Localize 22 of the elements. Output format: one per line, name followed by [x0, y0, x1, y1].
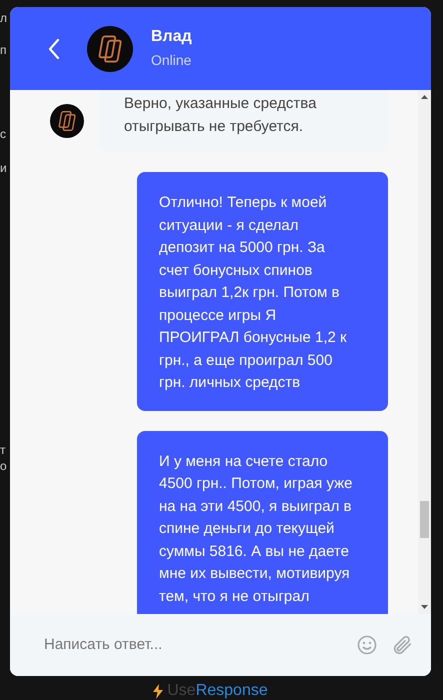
- scroll-down-icon[interactable]: [421, 605, 428, 609]
- avatar-icon: [50, 104, 84, 138]
- reply-field[interactable]: Написать ответ...: [10, 614, 431, 676]
- scrollbar-thumb[interactable]: [420, 501, 429, 538]
- message-bubble: И у меня на счете стало 4500 грн.. Потом, играя уже на на эти 4500, я выиграл в спине деньги до текущей суммы 5816. А вы не даете мне их вывести, мотивируя тем, что я не отыграл: [137, 430, 388, 614]
- message-bubble: Отлично! Теперь к моей ситуации - я сделал депозит на 5000 грн. За счет бонусных спинов выиграл 1,2к грн. Потом в процессе игры Я ПРОИГРАЛ бонусные 1,2 к грн., а еще проиграл 500 грн. личных средств: [137, 172, 388, 410]
- back-icon[interactable]: [47, 38, 61, 60]
- message-bubble: Верно, указанные средства отыгрывать не требуется.: [100, 90, 388, 152]
- smiley-icon[interactable]: [357, 635, 377, 655]
- contact-avatar-icon: [87, 26, 133, 72]
- background-text: т: [0, 442, 6, 458]
- background-text: о: [0, 458, 8, 474]
- contact-status: Online: [151, 51, 192, 70]
- background-text: л: [0, 10, 8, 26]
- background-text: с: [0, 126, 7, 142]
- lightning-icon: [153, 684, 164, 698]
- background-text: п: [0, 42, 8, 58]
- background-text: и: [0, 160, 8, 176]
- paperclip-icon[interactable]: [391, 634, 413, 656]
- scroll-up-icon[interactable]: [421, 95, 428, 99]
- reply-input[interactable]: Написать ответ...: [44, 634, 343, 656]
- contact-name: Влад: [151, 27, 192, 47]
